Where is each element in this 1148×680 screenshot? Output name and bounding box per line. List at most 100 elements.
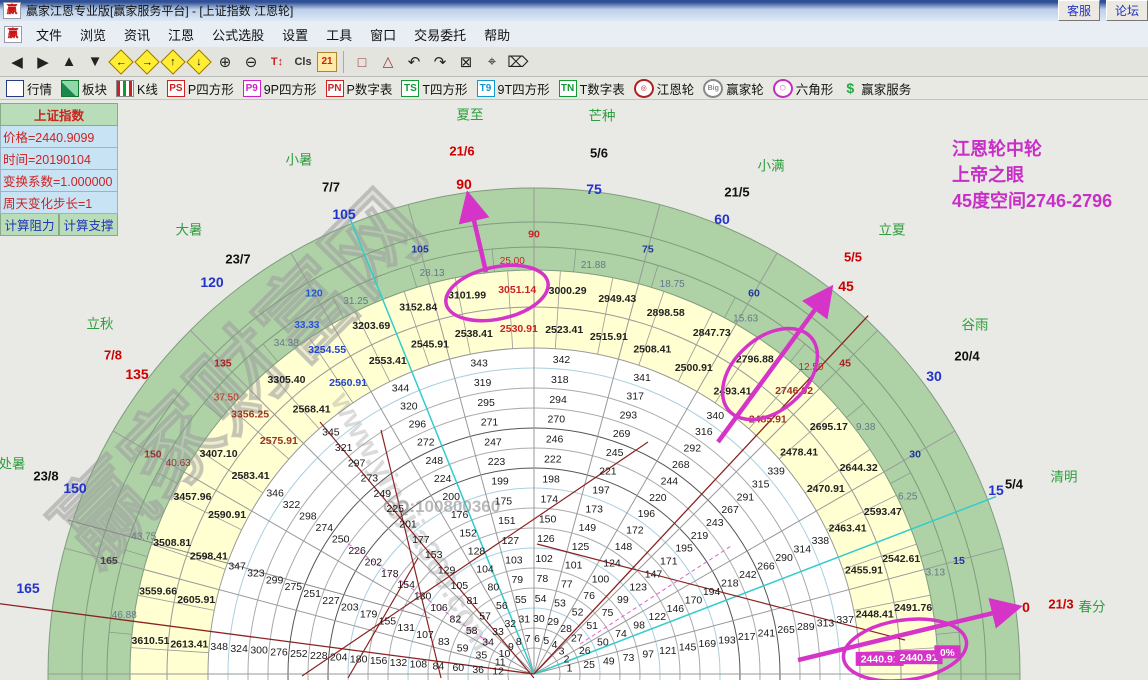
menu-窗口[interactable]: 窗口 xyxy=(361,23,405,46)
calendar-icon[interactable]: 21 xyxy=(317,52,337,72)
nav-up-icon[interactable]: ▲ xyxy=(57,50,81,74)
svg-text:273: 273 xyxy=(361,473,379,485)
calc-support-button[interactable]: 计算支撑 xyxy=(59,214,118,236)
menu-公式选股[interactable]: 公式选股 xyxy=(203,23,273,46)
svg-text:28: 28 xyxy=(560,623,572,635)
kline-icon xyxy=(116,80,134,97)
diamond-down-icon[interactable]: ↓ xyxy=(187,50,211,74)
svg-text:124: 124 xyxy=(603,557,621,569)
svg-text:241: 241 xyxy=(758,628,776,640)
rotate-cw-icon[interactable]: ↷ xyxy=(428,50,452,74)
user-annotation-text: 江恩轮中轮上帝之眼45度空间2746-2796 xyxy=(952,136,1112,214)
toolbar-item-kline[interactable]: K线 xyxy=(116,79,158,98)
toolbar-item-winner-wheel[interactable]: Big赢家轮 xyxy=(703,79,764,98)
svg-text:83: 83 xyxy=(438,636,450,648)
svg-text:3: 3 xyxy=(559,646,565,658)
menu-文件[interactable]: 文件 xyxy=(27,23,71,46)
cls-icon[interactable]: Cls xyxy=(291,50,315,74)
rotate-ccw-icon[interactable]: ↶ xyxy=(402,50,426,74)
svg-text:314: 314 xyxy=(794,544,812,556)
svg-text:224: 224 xyxy=(434,473,452,485)
toolbar-item-quotes[interactable]: 行情 xyxy=(6,79,52,98)
svg-text:251: 251 xyxy=(303,588,321,600)
svg-text:218: 218 xyxy=(721,577,739,589)
eraser-icon[interactable]: ⌦ xyxy=(506,50,530,74)
toolbar-item-winner-service[interactable]: $赢家服务 xyxy=(842,79,911,98)
zoom-in-icon[interactable]: ⊕ xyxy=(213,50,237,74)
menu-帮助[interactable]: 帮助 xyxy=(475,23,519,46)
diamond-up-icon[interactable]: ↑ xyxy=(161,50,185,74)
menu-交易委托[interactable]: 交易委托 xyxy=(405,23,475,46)
svg-text:57: 57 xyxy=(479,610,491,622)
svg-text:3356.25: 3356.25 xyxy=(231,409,269,421)
svg-text:夏至: 夏至 xyxy=(457,108,484,123)
svg-text:春分: 春分 xyxy=(1079,600,1106,615)
svg-text:30: 30 xyxy=(909,449,921,461)
square-tool-icon[interactable]: □ xyxy=(350,50,374,74)
menu-资讯[interactable]: 资讯 xyxy=(115,23,159,46)
nav-right-icon[interactable]: ▶ xyxy=(31,50,55,74)
svg-text:7/7: 7/7 xyxy=(322,180,340,195)
menu-工具[interactable]: 工具 xyxy=(317,23,361,46)
toolbar-item-9t-square[interactable]: T99T四方形 xyxy=(477,79,550,98)
svg-text:2605.91: 2605.91 xyxy=(177,594,215,606)
svg-text:106: 106 xyxy=(430,602,448,614)
kline-label: K线 xyxy=(137,79,158,98)
triangle-tool-icon[interactable]: △ xyxy=(376,50,400,74)
winner-wheel-icon: Big xyxy=(703,79,723,98)
svg-text:347: 347 xyxy=(228,561,246,573)
diamond-right-icon[interactable]: → xyxy=(135,50,159,74)
zoom-out-icon[interactable]: ⊖ xyxy=(239,50,263,74)
svg-text:26: 26 xyxy=(579,645,591,657)
box-x-icon[interactable]: ⊠ xyxy=(454,50,478,74)
svg-text:2530.91: 2530.91 xyxy=(500,323,538,335)
panel-row-3: 周天变化步长=1 xyxy=(0,192,118,214)
toolbar-item-gann-wheel[interactable]: ◎江恩轮 xyxy=(634,79,695,98)
toolbar-item-t-table[interactable]: TNT数字表 xyxy=(559,79,625,98)
svg-text:2695.17: 2695.17 xyxy=(810,421,848,433)
svg-text:248: 248 xyxy=(426,455,444,467)
svg-text:270: 270 xyxy=(548,414,566,426)
svg-text:小暑: 小暑 xyxy=(286,153,313,168)
svg-text:154: 154 xyxy=(397,579,415,591)
panel-row-0: 价格=2440.9099 xyxy=(0,126,118,148)
svg-text:169: 169 xyxy=(699,638,717,650)
gann-wheel-icon: ◎ xyxy=(634,79,654,98)
svg-text:82: 82 xyxy=(450,614,462,626)
svg-text:219: 219 xyxy=(691,530,709,542)
svg-text:172: 172 xyxy=(626,524,644,536)
menu-设置[interactable]: 设置 xyxy=(273,23,317,46)
titlebar-button-service[interactable]: 客服 xyxy=(1058,0,1100,21)
svg-text:247: 247 xyxy=(484,436,502,448)
svg-text:97: 97 xyxy=(642,649,654,661)
calc-resistance-button[interactable]: 计算阻力 xyxy=(0,214,59,236)
svg-text:249: 249 xyxy=(374,488,392,500)
menu-浏览[interactable]: 浏览 xyxy=(71,23,115,46)
svg-text:53: 53 xyxy=(554,597,566,609)
toolbar-item-hexagon[interactable]: ⬡六角形 xyxy=(773,79,834,98)
svg-text:34.38: 34.38 xyxy=(274,338,299,349)
diamond-left-icon[interactable]: ← xyxy=(109,50,133,74)
svg-text:156: 156 xyxy=(370,655,388,667)
sectors-label: 板块 xyxy=(82,79,107,98)
svg-text:55: 55 xyxy=(515,594,527,606)
titlebar-button-forum[interactable]: 论坛 xyxy=(1106,0,1148,21)
t-scale-icon[interactable]: T↕ xyxy=(265,50,289,74)
svg-text:275: 275 xyxy=(285,581,303,593)
svg-text:12: 12 xyxy=(492,666,504,678)
toolbar-item-sectors[interactable]: 板块 xyxy=(61,79,107,98)
svg-text:290: 290 xyxy=(775,552,793,564)
9p-square-icon: P9 xyxy=(243,80,261,97)
svg-text:2796.88: 2796.88 xyxy=(736,353,774,365)
nav-down-icon[interactable]: ▼ xyxy=(83,50,107,74)
svg-text:150: 150 xyxy=(144,449,162,461)
menu-江恩[interactable]: 江恩 xyxy=(159,23,203,46)
svg-text:324: 324 xyxy=(230,643,248,655)
center-target-icon[interactable]: ⌖ xyxy=(480,50,504,74)
toolbar-item-9p-square[interactable]: P99P四方形 xyxy=(243,79,317,98)
toolbar-item-p-table[interactable]: PNP数字表 xyxy=(326,79,393,98)
toolbar-item-t-square[interactable]: TST四方形 xyxy=(401,79,467,98)
toolbar-item-p-square[interactable]: PSP四方形 xyxy=(167,79,234,98)
nav-left-icon[interactable]: ◀ xyxy=(5,50,29,74)
svg-text:128: 128 xyxy=(468,545,486,557)
